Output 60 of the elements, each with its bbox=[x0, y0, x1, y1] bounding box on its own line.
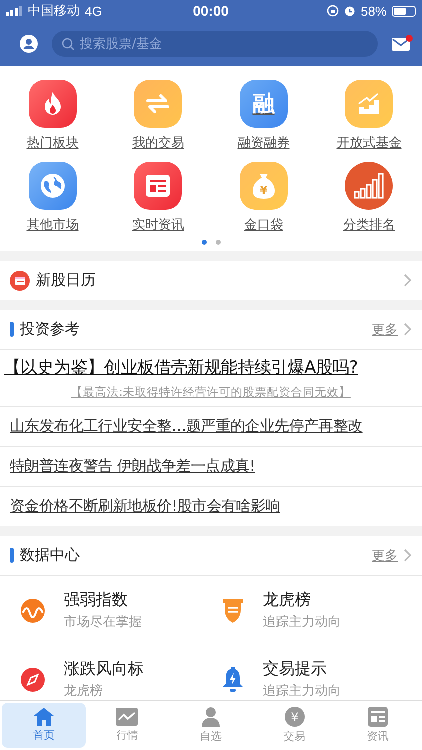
calendar-icon bbox=[14, 276, 26, 286]
shortcut-button[interactable]: 热门板块 bbox=[0, 80, 106, 152]
newspaper-icon bbox=[368, 707, 388, 727]
signal-icon bbox=[6, 6, 23, 16]
compass-icon bbox=[20, 667, 46, 693]
chevron-right-icon bbox=[404, 323, 412, 336]
page-dot[interactable] bbox=[202, 240, 206, 245]
section-title: 投资参考 bbox=[20, 320, 81, 339]
news-link[interactable]: 山东发布化工行业安全整…题严重的企业先停产再整改 bbox=[0, 407, 422, 447]
user-icon[interactable] bbox=[20, 35, 38, 53]
yen-coin-icon: ¥ bbox=[284, 707, 305, 727]
battery-icon bbox=[392, 6, 416, 16]
chevron-right-icon bbox=[404, 549, 412, 562]
item-subtitle: 市场尽在掌握 bbox=[64, 614, 142, 631]
shortcut-button[interactable]: 分类排名 bbox=[316, 162, 422, 234]
bar-chart-icon bbox=[345, 162, 394, 210]
clock: 00:00 bbox=[193, 3, 229, 19]
line-chart-icon bbox=[116, 708, 138, 726]
bell-icon bbox=[221, 667, 245, 693]
battery-percent: 58% bbox=[360, 4, 387, 18]
shortcut-button[interactable]: 我的交易 bbox=[106, 80, 211, 152]
more-link[interactable]: 更多 bbox=[372, 320, 398, 338]
carrier-name: 中国移动 bbox=[28, 2, 80, 20]
section-title: 数据中心 bbox=[20, 546, 81, 565]
shortcut-button[interactable]: 其他市场 bbox=[0, 162, 106, 234]
item-title[interactable]: 交易提示 bbox=[263, 659, 341, 680]
flame-icon bbox=[28, 80, 77, 128]
item-subtitle: 追踪主力动向 bbox=[263, 614, 341, 631]
news-headline-link[interactable]: 【以史为鉴】创业板借壳新规能持续引爆A股吗? bbox=[0, 350, 422, 383]
tab[interactable]: 首页 bbox=[2, 703, 86, 748]
shortcut-button[interactable]: 实时资讯 bbox=[106, 162, 211, 234]
page-dot[interactable] bbox=[216, 240, 220, 245]
globe-icon bbox=[28, 162, 77, 210]
wave-icon bbox=[20, 598, 46, 624]
network-type: 4G bbox=[85, 4, 102, 18]
news-link[interactable]: 资金价格不断刷新地板价!股市会有啥影响 bbox=[0, 487, 422, 526]
shortcut-button[interactable]: ¥ 金口袋 bbox=[211, 162, 316, 234]
item-title[interactable]: 龙虎榜 bbox=[263, 590, 341, 611]
news-link[interactable]: 特朗普连夜警告 伊朗战争差一点成真! bbox=[0, 447, 422, 487]
swap-arrows-icon bbox=[134, 80, 182, 128]
shield-icon bbox=[221, 598, 245, 624]
newspaper-icon bbox=[134, 162, 182, 210]
glyph-icon: 融 bbox=[240, 80, 288, 128]
shortcut-button[interactable]: 开放式基金 bbox=[316, 80, 422, 152]
rotation-lock-icon bbox=[326, 5, 339, 17]
home-icon bbox=[34, 708, 54, 726]
ipo-calendar-row[interactable]: 新股日历 bbox=[0, 261, 422, 300]
person-icon bbox=[202, 707, 220, 727]
search-field[interactable]: 搜索股票/基金 bbox=[52, 31, 378, 57]
money-bag-icon: ¥ bbox=[240, 162, 288, 210]
alarm-icon bbox=[344, 5, 356, 17]
item-subtitle: 龙虎榜 bbox=[64, 683, 104, 700]
item-title[interactable]: 涨跌风向标 bbox=[64, 659, 144, 680]
item-title[interactable]: 强弱指数 bbox=[64, 590, 142, 611]
shortcut-button[interactable]: 融 融资融券 bbox=[211, 80, 316, 152]
mail-icon[interactable] bbox=[392, 38, 410, 50]
stairs-chart-icon bbox=[345, 80, 394, 128]
chevron-right-icon bbox=[404, 274, 412, 287]
more-link[interactable]: 更多 bbox=[372, 546, 398, 564]
item-subtitle: 追踪主力动向 bbox=[263, 683, 341, 700]
